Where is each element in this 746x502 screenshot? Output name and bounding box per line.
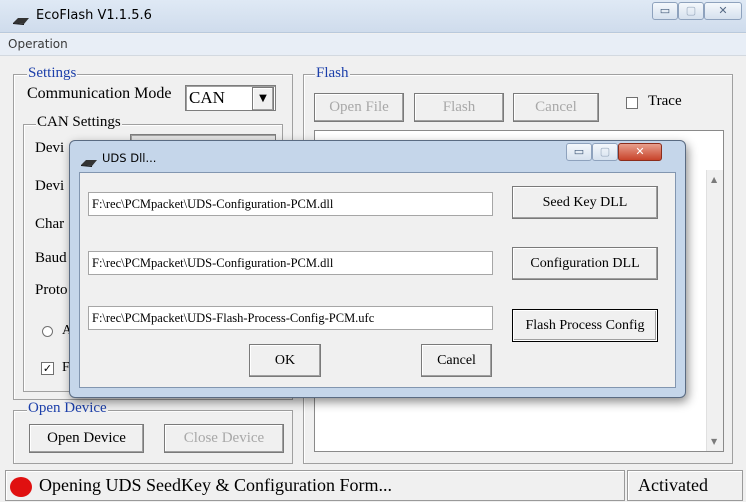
- app-icon: [12, 11, 30, 25]
- cancel-flash-button[interactable]: Cancel: [513, 93, 599, 122]
- communication-mode-value: CAN: [189, 88, 225, 107]
- baud-label: Baud: [35, 250, 67, 266]
- window-title: EcoFlash V1.1.5.6: [36, 8, 152, 23]
- status-indicator-icon: [10, 477, 32, 497]
- maximize-button[interactable]: ▢: [678, 2, 704, 20]
- open-device-legend: Open Device: [27, 400, 108, 417]
- open-device-button[interactable]: Open Device: [29, 424, 144, 453]
- flash-legend: Flash: [315, 65, 350, 82]
- channel-label: Char: [35, 216, 65, 232]
- radio-option[interactable]: [42, 326, 53, 337]
- close-button[interactable]: ✕: [704, 2, 742, 20]
- open-file-button[interactable]: Open File: [314, 93, 404, 122]
- dialog-cancel-button[interactable]: Cancel: [421, 344, 492, 377]
- menu-bar: [0, 34, 746, 56]
- status-state: Activated: [638, 475, 708, 495]
- protocol-label: Proto: [35, 282, 68, 298]
- seed-key-path-input[interactable]: F:\rec\PCMpacket\UDS-Configuration-PCM.d…: [88, 192, 493, 216]
- menu-operation[interactable]: Operation: [8, 37, 68, 51]
- dialog-app-icon: [80, 153, 98, 167]
- dialog-title: UDS Dll...: [102, 151, 157, 165]
- minimize-button[interactable]: ▭: [652, 2, 678, 20]
- close-device-button[interactable]: Close Device: [164, 424, 284, 453]
- dialog-maximize-button[interactable]: ▢: [592, 143, 618, 161]
- dialog-close-button[interactable]: ✕: [618, 143, 662, 161]
- dialog-ok-button[interactable]: OK: [249, 344, 321, 377]
- can-settings-legend: CAN Settings: [36, 114, 122, 131]
- dialog-minimize-button[interactable]: ▭: [566, 143, 592, 161]
- device-label: Devi: [35, 140, 65, 156]
- checkbox-option[interactable]: ✓: [41, 362, 54, 375]
- flash-button[interactable]: Flash: [414, 93, 504, 122]
- chevron-down-icon[interactable]: ▼: [252, 87, 274, 111]
- communication-mode-label: Communication Mode: [27, 85, 172, 102]
- seed-key-dll-button[interactable]: Seed Key DLL: [512, 186, 658, 219]
- log-scrollbar[interactable]: ▲ ▼: [706, 170, 723, 451]
- device-index-label: Devi: [35, 178, 65, 194]
- status-message-panel: Opening UDS SeedKey & Configuration Form…: [5, 470, 625, 501]
- status-state-panel: Activated: [627, 470, 743, 501]
- trace-label: Trace: [648, 93, 682, 109]
- flash-process-config-button[interactable]: Flash Process Config: [512, 309, 658, 342]
- configuration-dll-button[interactable]: Configuration DLL: [512, 247, 658, 280]
- communication-mode-select[interactable]: CAN ▼: [185, 85, 276, 111]
- flash-process-path-input[interactable]: F:\rec\PCMpacket\UDS-Flash-Process-Confi…: [88, 306, 493, 330]
- configuration-path-input[interactable]: F:\rec\PCMpacket\UDS-Configuration-PCM.d…: [88, 251, 493, 275]
- trace-checkbox[interactable]: [626, 97, 638, 109]
- settings-legend: Settings: [27, 65, 78, 82]
- scroll-down-icon[interactable]: ▼: [711, 437, 717, 446]
- status-message: Opening UDS SeedKey & Configuration Form…: [39, 475, 392, 495]
- scroll-up-icon[interactable]: ▲: [711, 175, 717, 184]
